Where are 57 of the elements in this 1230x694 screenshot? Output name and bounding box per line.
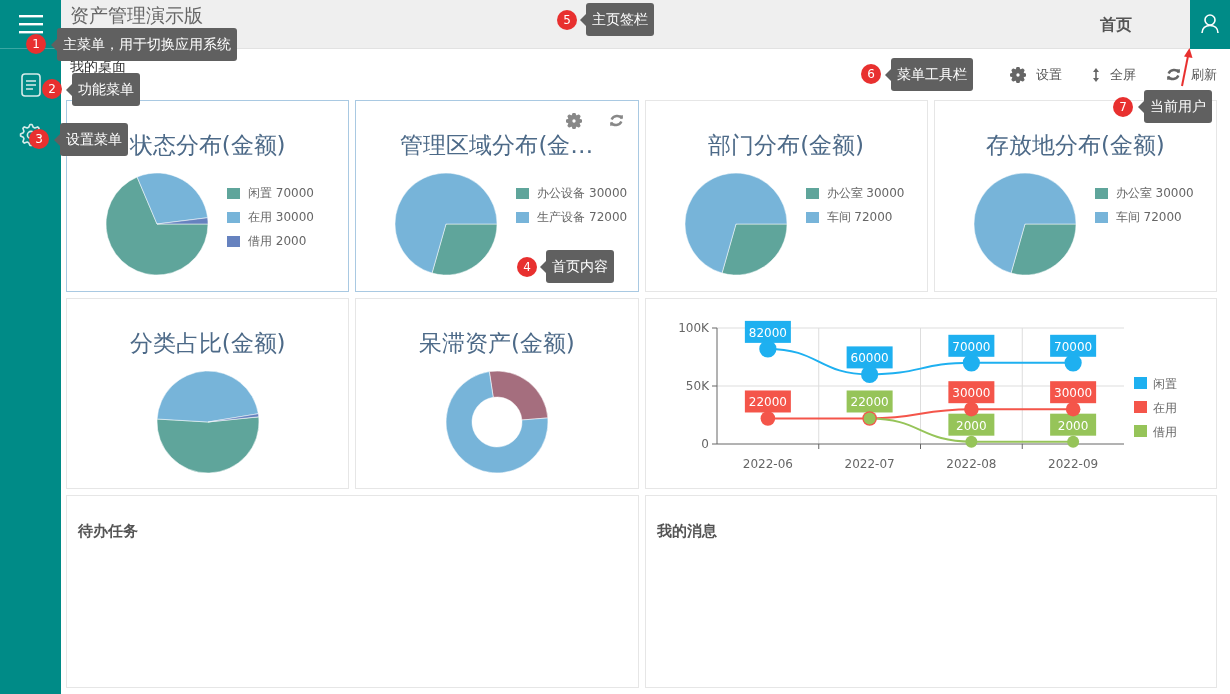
annotation-tooltip: 功能菜单 <box>66 73 140 106</box>
data-label: 82000 <box>744 320 791 343</box>
data-label: 2000 <box>1057 418 1088 433</box>
data-label: 30000 <box>1049 381 1096 404</box>
legend-label: 办公室 30000 <box>1115 185 1194 202</box>
legend-label: 车间 72000 <box>1115 209 1182 226</box>
data-label: 2000 <box>947 413 994 436</box>
data-label: 60000 <box>846 346 893 369</box>
data-label: 22000 <box>850 395 889 410</box>
annotation-number-tooltip: 7 <box>1113 97 1133 117</box>
annotation-number-tooltip: 6 <box>861 64 881 84</box>
annotation-tooltip: 首页内容 <box>540 250 614 283</box>
legend-label: 闲置 <box>1152 377 1177 391</box>
data-label: 22000 <box>744 390 791 413</box>
chart-title: 呆滞资产(金额) <box>418 329 575 358</box>
panel-title: 我的消息 <box>655 521 718 542</box>
data-label: 70000 <box>1053 339 1092 354</box>
axis-label: 2022-08 <box>945 457 996 471</box>
data-label: 60000 <box>850 351 889 366</box>
data-label: 30000 <box>1053 386 1092 401</box>
annotation-tooltip: 菜单工具栏 <box>885 58 973 91</box>
data-label: 22000 <box>748 395 787 410</box>
legend-label: 生产设备 72000 <box>537 209 628 226</box>
axis-label: 100K <box>677 321 709 335</box>
app-title: 资产管理演示版 <box>69 4 203 26</box>
data-label: 22000 <box>846 390 893 413</box>
axis-label: 2022-09 <box>1047 457 1098 471</box>
chart-title: 状态分布(金额) <box>129 131 286 160</box>
annotation-tooltip: 主页签栏 <box>580 3 654 36</box>
chart-title: 分类占比(金额) <box>129 329 286 358</box>
axis-label: 50K <box>685 379 709 393</box>
legend-label: 闲置 70000 <box>248 185 314 202</box>
legend-label: 办公设备 30000 <box>537 185 628 202</box>
data-label: 30000 <box>951 386 990 401</box>
axis-label: 2022-06 <box>742 457 793 471</box>
axis-label: 2022-07 <box>844 457 895 471</box>
chart-title: 管理区域分布(金… <box>400 131 594 160</box>
annotation-tooltip: 设置菜单 <box>54 123 128 156</box>
data-label: 2000 <box>955 418 987 433</box>
annotation-tooltip: 当前用户 <box>1138 90 1212 123</box>
chart-title: 部门分布(金额) <box>708 131 865 160</box>
data-label: 70000 <box>1049 334 1096 357</box>
data-label: 70000 <box>947 334 994 357</box>
annotation-tooltip: 主菜单，用于切换应用系统 <box>51 28 237 61</box>
legend-label: 借用 <box>1152 425 1177 439</box>
legend-label: 在用 <box>1152 401 1177 415</box>
panel-title: 待办任务 <box>77 521 139 542</box>
data-label: 82000 <box>748 325 787 340</box>
data-label: 2000 <box>1049 413 1096 436</box>
legend-label: 在用 30000 <box>248 209 314 226</box>
legend-label: 办公室 30000 <box>826 185 905 202</box>
data-label: 30000 <box>947 381 994 404</box>
chart-title: 存放地分布(金额) <box>985 131 1165 160</box>
legend-label: 借用 2000 <box>248 233 307 250</box>
legend-label: 车间 72000 <box>826 209 893 226</box>
axis-label: 0 <box>700 437 709 451</box>
data-label: 70000 <box>951 339 990 354</box>
